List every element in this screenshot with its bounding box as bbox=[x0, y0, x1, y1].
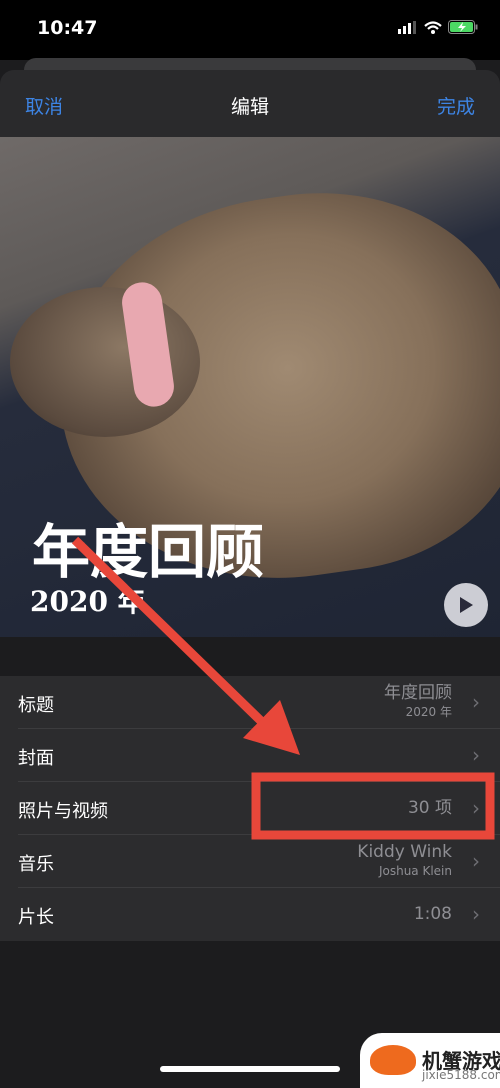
settings-list: 标题 年度回顾 2020 年 › 封面 › 照片与视频 30 项 › 音乐 Ki… bbox=[0, 676, 500, 941]
done-button[interactable]: 完成 bbox=[437, 92, 475, 119]
row-subvalue: Joshua Klein bbox=[378, 864, 452, 878]
row-label: 照片与视频 bbox=[18, 801, 108, 822]
row-title[interactable]: 标题 年度回顾 2020 年 › bbox=[18, 676, 500, 729]
memory-cover-photo[interactable]: 年度回顾 2020 年 bbox=[0, 137, 500, 637]
signal-icon bbox=[398, 20, 416, 34]
watermark: 机蟹游戏 jixie5188.com bbox=[360, 1033, 500, 1088]
chevron-right-icon: › bbox=[472, 796, 480, 820]
watermark-url: jixie5188.com bbox=[422, 1068, 500, 1082]
row-label: 封面 bbox=[18, 748, 54, 769]
row-cover[interactable]: 封面 › bbox=[18, 729, 500, 782]
cover-title: 年度回顾 bbox=[32, 518, 265, 586]
row-value: 1:08 bbox=[413, 904, 452, 924]
play-icon bbox=[460, 597, 473, 613]
home-indicator[interactable] bbox=[160, 1066, 340, 1072]
row-subvalue: 2020 年 bbox=[405, 705, 452, 719]
row-value: Kiddy Wink bbox=[357, 842, 452, 862]
page-title: 编辑 bbox=[230, 96, 269, 118]
play-button[interactable] bbox=[444, 583, 488, 627]
status-time: 10:47 bbox=[37, 17, 98, 39]
row-value: 年度回顾 bbox=[384, 683, 452, 703]
cover-subtitle: 2020 年 bbox=[30, 585, 146, 618]
crab-logo-icon bbox=[370, 1045, 416, 1075]
status-bar: 10:47 bbox=[0, 0, 500, 60]
chevron-right-icon: › bbox=[472, 902, 480, 926]
chevron-right-icon: › bbox=[472, 849, 480, 873]
cat-head-image bbox=[10, 287, 200, 437]
chevron-right-icon: › bbox=[472, 690, 480, 714]
row-duration[interactable]: 片长 1:08 › bbox=[18, 888, 500, 941]
wifi-icon bbox=[424, 20, 442, 34]
row-label: 标题 bbox=[18, 695, 54, 716]
row-value: 30 项 bbox=[407, 798, 452, 818]
row-photos-videos[interactable]: 照片与视频 30 项 › bbox=[18, 782, 500, 835]
nav-bar: 取消 编辑 完成 bbox=[0, 70, 500, 137]
row-label: 音乐 bbox=[18, 854, 54, 875]
row-label: 片长 bbox=[18, 907, 54, 928]
row-music[interactable]: 音乐 Kiddy Wink Joshua Klein › bbox=[18, 835, 500, 888]
battery-charging-icon bbox=[448, 20, 478, 34]
chevron-right-icon: › bbox=[472, 743, 480, 767]
